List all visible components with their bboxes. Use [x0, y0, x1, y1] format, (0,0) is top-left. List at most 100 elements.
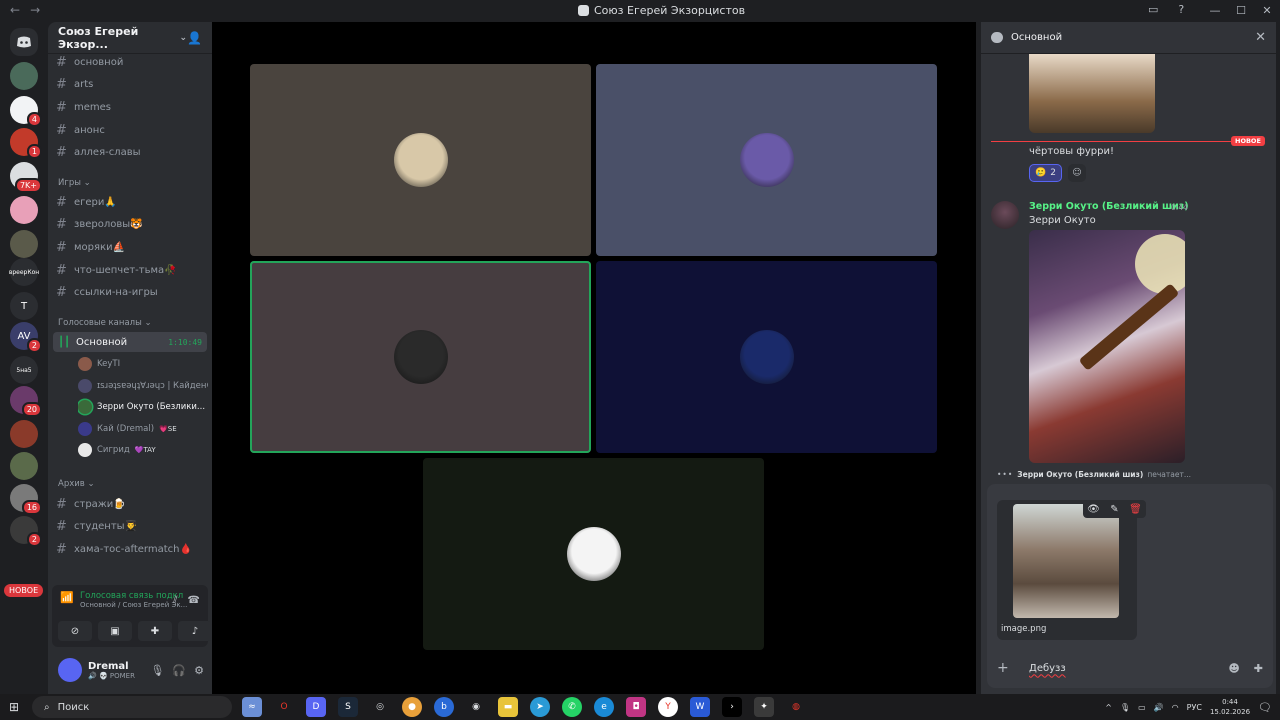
app-icon[interactable]: b — [434, 697, 454, 717]
activities-button[interactable]: ✚ — [138, 621, 172, 641]
channel-item[interactable]: # студенты👨‍🎓 — [56, 517, 206, 537]
new-servers-badge[interactable]: НОВОЕ — [4, 584, 44, 597]
forward-icon[interactable]: → — [30, 3, 40, 17]
message-image[interactable] — [1029, 54, 1155, 133]
user-name[interactable]: Dremal — [88, 661, 135, 672]
voice-user[interactable]: ɪsɹǝʇsɐǝɥʇ∀ɹǝɥɔ | Кайден🌒 — [78, 376, 208, 396]
category-archive[interactable]: Архив ⌄ — [58, 479, 95, 489]
voice-user[interactable]: Кай (Dremal) 💗SE — [78, 419, 208, 439]
channel-item[interactable]: # ссылки-на-игры — [56, 283, 206, 303]
terminal-icon[interactable]: › — [722, 697, 742, 717]
emoji-icon[interactable]: ☻ — [1228, 662, 1239, 675]
maximize-button[interactable]: ☐ — [1228, 0, 1254, 22]
channel-item[interactable]: # егери🙏 — [56, 192, 206, 212]
telegram-icon[interactable]: ➤ — [530, 697, 550, 717]
discord-taskbar-icon[interactable]: D — [306, 697, 326, 717]
add-reaction-icon[interactable]: ☺ — [1067, 164, 1086, 182]
server-icon-7[interactable]: Т — [10, 292, 38, 320]
taskbar-search[interactable]: ⌕ Поиск — [32, 696, 232, 718]
folder-icon[interactable]: ▬ — [498, 697, 518, 717]
close-button[interactable]: ✕ — [1254, 0, 1280, 22]
screen-share-button[interactable]: ▣ — [98, 621, 132, 641]
guild-header[interactable]: Союз Егерей Экзор... ⌄ 👤 — [48, 22, 212, 54]
close-chat-icon[interactable]: ✕ — [1255, 30, 1266, 45]
settings-gear-icon[interactable]: ⚙ — [194, 664, 204, 677]
battery-icon[interactable]: ▭ — [1138, 703, 1146, 712]
delete-trash-icon[interactable]: 🗑 — [1125, 500, 1146, 518]
channel-item[interactable]: # моряки⛵ — [56, 237, 206, 257]
channel-item[interactable]: # анонс — [56, 120, 206, 140]
notifications-icon[interactable]: 🗨 — [1258, 701, 1272, 714]
server-icon-2[interactable]: 1 — [10, 128, 42, 159]
attachment-preview[interactable]: image.png — [997, 500, 1137, 640]
reaction-button[interactable]: 🥲 2 — [1029, 164, 1062, 182]
widget-icon[interactable]: ≈ — [242, 697, 262, 717]
vk-icon[interactable]: W — [690, 697, 710, 717]
language-indicator[interactable]: РУС — [1187, 703, 1202, 712]
channel-item[interactable]: # основной — [56, 52, 206, 72]
app3-icon[interactable]: ✦ — [754, 697, 774, 717]
channel-item[interactable]: # звероловы🐯 — [56, 215, 206, 235]
voice-user[interactable]: KeyTI — [78, 354, 208, 374]
camera-button[interactable]: ⊘ — [58, 621, 92, 641]
voice-channel-osnovnoy[interactable]: ┃┃ Основной 1:10:49 — [53, 332, 207, 352]
message-image-2[interactable] — [1029, 230, 1185, 463]
server-icon-3[interactable]: 7K+ — [10, 162, 42, 193]
voice-tile[interactable] — [250, 64, 591, 256]
volume-icon[interactable]: 🔊 — [1154, 703, 1164, 712]
noise-suppression-icon[interactable]: ⫽ — [173, 595, 177, 606]
edit-pencil-icon[interactable]: ✎ — [1104, 500, 1125, 518]
server-icon-13[interactable]: 16 — [10, 484, 42, 515]
app4-icon[interactable]: ◍ — [786, 697, 806, 717]
microphone-icon[interactable]: 🎙 — [150, 664, 164, 677]
soundboard-button[interactable]: ♪ — [178, 621, 212, 641]
back-icon[interactable]: ← — [10, 3, 20, 17]
message-avatar[interactable] — [991, 201, 1019, 229]
voice-status-text[interactable]: Голосовая связь подкл — [80, 591, 187, 601]
disconnect-icon[interactable]: ☎ — [188, 595, 200, 606]
spoiler-eye-icon[interactable]: 👁 — [1083, 500, 1104, 518]
message-author[interactable]: Зерри Окуто (Безликий шиз) — [1029, 201, 1189, 212]
voice-location[interactable]: Основной / Союз Егерей Эк... — [80, 601, 187, 609]
yandex-icon[interactable]: Y — [658, 697, 678, 717]
voice-tile[interactable] — [250, 261, 591, 453]
clock[interactable]: 0:44 15.02.2026 — [1210, 697, 1250, 717]
voice-user[interactable]: Сигрид 💜TAY — [78, 440, 208, 460]
wifi-icon[interactable]: ◠ — [1172, 703, 1179, 712]
server-icon-1[interactable]: 4 — [10, 96, 42, 127]
category-voice[interactable]: Голосовые каналы ⌄ — [58, 318, 152, 328]
windows-start-icon[interactable]: ⊞ — [0, 700, 28, 714]
inbox-icon[interactable]: ▭ — [1148, 3, 1158, 16]
server-icon-5[interactable] — [10, 230, 38, 258]
instagram-icon[interactable]: ◘ — [626, 697, 646, 717]
whatsapp-icon[interactable]: ✆ — [562, 697, 582, 717]
server-icon-9[interactable]: 5на5 — [10, 356, 38, 384]
channel-item[interactable]: # стражи🍺 — [56, 494, 206, 514]
server-icon-8[interactable]: AV 2 — [10, 322, 42, 353]
channel-item[interactable]: # memes — [56, 97, 206, 117]
minimize-button[interactable]: — — [1202, 0, 1228, 22]
server-icon-12[interactable] — [10, 452, 38, 480]
user-avatar[interactable] — [58, 658, 82, 682]
app2-icon[interactable]: ◉ — [466, 697, 486, 717]
voice-tile[interactable] — [596, 64, 937, 256]
server-icon-0[interactable] — [10, 62, 38, 90]
channel-item[interactable]: # arts — [56, 75, 206, 95]
invite-icon[interactable]: 👤 — [187, 31, 202, 45]
edge-icon[interactable]: e — [594, 697, 614, 717]
headphones-icon[interactable]: 🎧 — [172, 664, 186, 677]
apps-icon[interactable]: ✚ — [1254, 662, 1263, 675]
message-input[interactable]: Дебузз — [1029, 663, 1066, 674]
voice-tile[interactable] — [596, 261, 937, 453]
server-icon-14[interactable]: 2 — [10, 516, 42, 547]
tray-chevron-icon[interactable]: ^ — [1105, 703, 1112, 712]
steam-icon[interactable]: S — [338, 697, 358, 717]
opera-icon[interactable]: O — [274, 697, 294, 717]
category-games[interactable]: Игры ⌄ — [58, 178, 91, 188]
help-icon[interactable]: ? — [1178, 3, 1184, 16]
channel-item[interactable]: # хама-тос-aftermatch🩸 — [56, 539, 206, 559]
target-icon[interactable]: ◎ — [370, 697, 390, 717]
channel-item[interactable]: # что-шепчет-тьма🥀 — [56, 260, 206, 280]
add-attachment-icon[interactable]: + — [997, 660, 1017, 676]
server-icon-4[interactable] — [10, 196, 38, 224]
